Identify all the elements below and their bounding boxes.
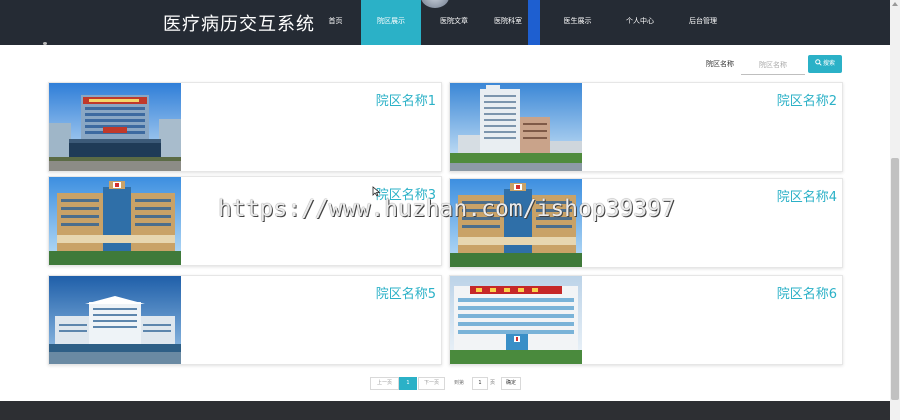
top-navbar: 医疗病历交互系统 首页 院区展示 医院文章 医院科室 医生展示 个人中心 后台管… [0, 0, 890, 45]
search-icon [815, 59, 822, 66]
campus-name: 院区名称4 [776, 190, 837, 205]
campus-card[interactable]: 院区名称5 [48, 275, 442, 365]
campus-image [49, 83, 181, 171]
campus-card[interactable]: 院区名称6 [449, 275, 843, 365]
campus-name: 院区名称2 [776, 94, 837, 109]
nav-home[interactable]: 首页 [313, 0, 358, 45]
campus-image [49, 276, 181, 364]
campus-name: 院区名称1 [375, 94, 436, 109]
search-label: 院区名称 [706, 60, 734, 68]
campus-name: 院区名称5 [375, 287, 436, 302]
search-button-label: 搜索 [822, 60, 835, 67]
page-unit-label: 页 [490, 380, 496, 386]
campus-image [450, 276, 582, 364]
next-page-button[interactable]: 下一页 [418, 377, 445, 390]
footer [0, 401, 890, 420]
campus-card[interactable]: 院区名称4 [449, 178, 843, 268]
goto-confirm-button[interactable]: 确定 [501, 377, 521, 390]
site-title[interactable]: 医疗病历交互系统 [163, 10, 315, 36]
page-number-input[interactable]: 1 [472, 377, 488, 390]
campus-card[interactable]: 院区名称1 [48, 82, 442, 172]
nav-doctor-display[interactable]: 医生展示 [555, 0, 600, 45]
goto-label: 到第 [454, 380, 465, 386]
campus-name: 院区名称6 [776, 287, 837, 302]
campus-image [450, 83, 582, 171]
nav-hospital-articles[interactable]: 医院文章 [428, 0, 480, 45]
page-1-button[interactable]: 1 [399, 377, 417, 390]
nav-hospital-departments[interactable]: 医院科室 [488, 0, 540, 45]
nav-admin[interactable]: 后台管理 [680, 0, 726, 45]
scrollbar-thumb[interactable] [891, 158, 899, 400]
campus-name: 院区名称3 [375, 188, 436, 203]
search-button[interactable]: 搜索 [808, 55, 842, 73]
search-input[interactable] [741, 55, 805, 75]
page: 医疗病历交互系统 首页 院区展示 医院文章 医院科室 医生展示 个人中心 后台管… [0, 0, 890, 420]
campus-image [49, 177, 181, 265]
nav-personal-center[interactable]: 个人中心 [617, 0, 663, 45]
campus-card[interactable]: 院区名称3 [48, 176, 442, 266]
prev-page-button[interactable]: 上一页 [370, 377, 399, 390]
scroll-up-arrow-icon[interactable] [892, 2, 898, 6]
mouse-cursor-icon [372, 186, 381, 197]
decorative-dot [43, 42, 47, 45]
campus-image [450, 179, 582, 267]
nav-campus-display[interactable]: 院区展示 [361, 0, 421, 45]
campus-card[interactable]: 院区名称2 [449, 82, 843, 172]
vertical-scrollbar[interactable] [890, 0, 900, 420]
